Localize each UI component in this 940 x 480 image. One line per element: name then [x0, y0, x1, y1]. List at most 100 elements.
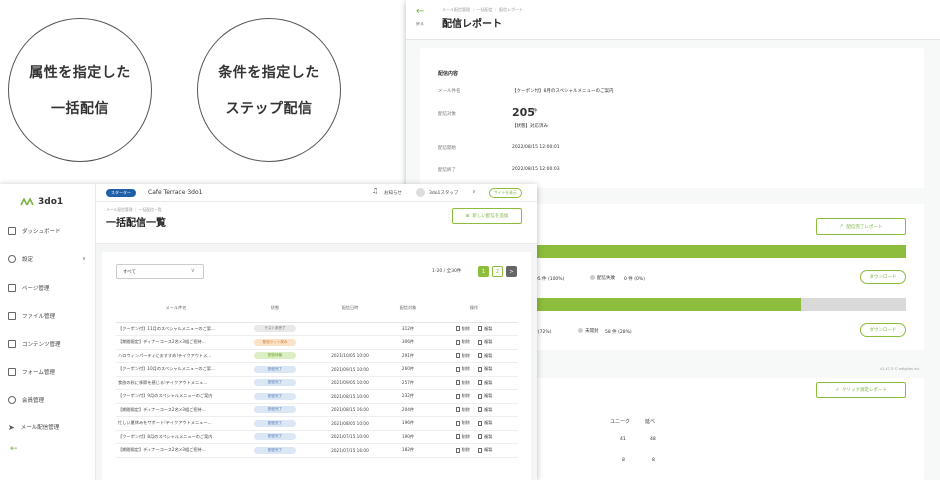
- view-site-button[interactable]: サイトを表示: [489, 188, 522, 198]
- table-row[interactable]: 【期間限定】ディナーコース2名×3組ご招待... 配信完了 2021/07/15 1…: [116, 443, 518, 458]
- notice-link[interactable]: お知らせ: [384, 190, 402, 196]
- filter-value: すべて: [123, 270, 137, 275]
- fail-label: 配信失敗: [597, 276, 615, 281]
- copy-label: 複製: [484, 406, 493, 412]
- main-area: スターター Cafe Terrace 3do1 ♫ お知らせ 3do1スタッフ …: [96, 184, 537, 480]
- sidebar-item-label: フォーム管理: [22, 370, 55, 376]
- table-row[interactable]: 忙しい夏休みをサポート!テイクアウトメニュー... 配信完了 2021/08/05 …: [116, 416, 518, 431]
- row-subject[interactable]: ハロウィンパーティにおすすめ!テイクアウトメ...: [116, 349, 236, 363]
- row-subject[interactable]: 【期間限定】ディナーコース2名×3組ご招待...: [116, 443, 236, 458]
- row-date: 2021/09/15 10:00: [314, 362, 386, 377]
- delete-button[interactable]: 削除: [455, 379, 470, 386]
- next-page-button[interactable]: >: [506, 266, 517, 277]
- back-label[interactable]: 戻る: [416, 21, 424, 27]
- delete-label: 削除: [461, 352, 470, 358]
- bell-icon[interactable]: ♫: [372, 187, 378, 195]
- copy-button[interactable]: 複製: [478, 434, 492, 440]
- collapse-arrow-icon[interactable]: ←: [10, 444, 18, 454]
- row-subject[interactable]: 【期間限定】ディナーコース2名×3組ご招待...: [116, 403, 236, 417]
- delete-button[interactable]: 削除: [455, 447, 470, 453]
- complete-report-button[interactable]: ↗ 配信完了レポート: [816, 218, 906, 235]
- row-subject[interactable]: 【クーポン付】10月のスペシャルメニューのご案...: [116, 362, 236, 377]
- row-subject[interactable]: 食欲の秋に季節を感じる!テイクアウトメニュ...: [116, 376, 236, 390]
- delete-button[interactable]: 削除: [455, 420, 470, 426]
- row-date: 2021/07/15 16:00: [314, 443, 386, 458]
- copy-icon: [478, 326, 482, 331]
- field-value-start: 2022/08/15 12:00:01: [512, 145, 560, 150]
- copy-button[interactable]: 複製: [478, 366, 492, 372]
- sidebar-item-label: ページ管理: [22, 286, 50, 292]
- sidebar-item-label: コンテンツ管理: [22, 342, 61, 348]
- delete-button[interactable]: 削除: [455, 352, 470, 359]
- sidebar-item-dashboard[interactable]: ダッシュボード: [8, 224, 92, 238]
- copy-label: 複製: [484, 447, 493, 452]
- send-icon: ➤: [8, 422, 15, 432]
- page-1-button[interactable]: 1: [478, 266, 489, 277]
- delete-button[interactable]: 削除: [455, 326, 470, 332]
- row-date: [314, 335, 386, 350]
- row-status: 配信完了: [236, 403, 314, 417]
- back-arrow-icon[interactable]: ←: [416, 7, 424, 17]
- trash-icon: [455, 407, 460, 412]
- sidebar-item-contents[interactable]: コンテンツ管理: [8, 337, 92, 351]
- new-delivery-button[interactable]: ⊞ 新しい配信を追加: [452, 208, 522, 224]
- sidebar-item-forms[interactable]: フォーム管理: [8, 365, 92, 379]
- delivery-content-card: 配信内容 メール件名 【クーポン付】8月のスペシャルメニューのご案内 配信対象 …: [420, 48, 924, 188]
- table-row[interactable]: 【期間限定】ディナーコース2名×3組ご招待... 配信セット済み 306件 削除 複製: [116, 335, 518, 350]
- copy-button[interactable]: 複製: [478, 380, 492, 386]
- row-subject[interactable]: 【クーポン付】11月のスペシャルメニューのご案...: [116, 322, 236, 336]
- copy-button[interactable]: 複製: [478, 353, 492, 359]
- delete-button[interactable]: 削除: [455, 393, 470, 399]
- delete-button[interactable]: 削除: [455, 366, 470, 372]
- sidebar-item-mail[interactable]: ➤ メール配信管理: [8, 420, 92, 434]
- sidebar-item-files[interactable]: ファイル管理: [8, 309, 92, 323]
- delete-button[interactable]: 削除: [455, 339, 470, 345]
- logo: 3do1: [20, 197, 63, 207]
- avatar[interactable]: [416, 188, 425, 197]
- page-header: メール配信管理 ｜ 一括配信一覧 一括配信一覧 ⊞ 新しい配信を追加: [96, 202, 537, 244]
- copy-icon: [478, 393, 482, 399]
- copy-button[interactable]: 複製: [478, 339, 492, 345]
- table-row[interactable]: 【期間限定】ディナーコース2名×3組ご招待... 配信完了 2021/08/15 1…: [116, 403, 518, 417]
- version-text: v2.47.3 © edigitex Inc.: [880, 367, 921, 371]
- table-row[interactable]: 食欲の秋に季節を感じる!テイクアウトメニュ... 配信完了 2021/09/05 1…: [116, 376, 518, 390]
- breadcrumb: メール配信管理 ｜ 一括配信 ｜ 配信レポート: [442, 7, 524, 12]
- copy-button[interactable]: 複製: [478, 393, 492, 399]
- sidebar-item-pages[interactable]: ページ管理: [8, 281, 92, 295]
- row-subject[interactable]: 忙しい夏休みをサポート!テイクアウトメニュー...: [116, 416, 236, 431]
- delete-button[interactable]: 削除: [455, 407, 470, 413]
- status-badge: 配信完了: [254, 433, 296, 441]
- table-row[interactable]: 【クーポン付】9月のスペシャルメニューのご案内 配信完了 2021/08/15 10…: [116, 389, 518, 404]
- plan-badge: スターター: [106, 189, 136, 197]
- row-subject[interactable]: 【期間限定】ディナーコース2名×3組ご招待...: [116, 335, 236, 350]
- copy-button[interactable]: 複製: [478, 447, 492, 453]
- status-filter-select[interactable]: すべて ∨: [116, 264, 204, 279]
- user-name[interactable]: 3do1スタッフ: [429, 190, 458, 196]
- row-subject[interactable]: 【クーポン付】9月のスペシャルメニューのご案内: [116, 389, 236, 404]
- sidebar-item-settings[interactable]: 設定 ∨: [8, 252, 92, 266]
- col-count: 配信対象: [386, 294, 430, 323]
- page-title: 配信レポート: [442, 19, 502, 30]
- feature-circle-attribute: 属性を指定した 一括配信: [8, 18, 152, 162]
- copy-button[interactable]: 複製: [478, 420, 492, 426]
- trash-icon: [455, 420, 460, 426]
- table-row[interactable]: 【クーポン付】10月のスペシャルメニューのご案... 配信完了 2021/09/15…: [116, 362, 518, 377]
- delete-button[interactable]: 削除: [455, 434, 470, 440]
- page-2-button[interactable]: 2: [492, 266, 503, 277]
- table-row[interactable]: 【クーポン付】8月のスペシャルメニューのご案内 配信完了 2021/07/15 10…: [116, 430, 518, 444]
- table-row[interactable]: 【クーポン付】11月のスペシャルメニューのご案... テスト未完了 312件 削除 複製: [116, 322, 518, 336]
- table-row[interactable]: ハロウィンパーティにおすすめ!テイクアウトメ... 配信待機 2021/10/05 …: [116, 349, 518, 363]
- chevron-down-icon: ∨: [190, 267, 195, 274]
- download-button[interactable]: ダウンロード: [860, 270, 906, 284]
- chevron-down-icon[interactable]: ∨: [472, 189, 476, 195]
- row-subject[interactable]: 【クーポン付】8月のスペシャルメニューのご案内: [116, 430, 236, 444]
- copy-button[interactable]: 複製: [478, 407, 492, 413]
- download-button[interactable]: ダウンロード: [860, 323, 906, 337]
- delete-label: 削除: [461, 379, 470, 385]
- unique-value: 41: [620, 437, 626, 442]
- copy-button[interactable]: 複製: [478, 326, 492, 332]
- click-report-button[interactable]: ↗ クリック測定レポート: [816, 382, 906, 398]
- col-unique: ユニーク: [610, 419, 631, 425]
- sidebar-item-members[interactable]: 会員管理: [8, 393, 92, 407]
- chart-icon: ↗: [835, 387, 839, 393]
